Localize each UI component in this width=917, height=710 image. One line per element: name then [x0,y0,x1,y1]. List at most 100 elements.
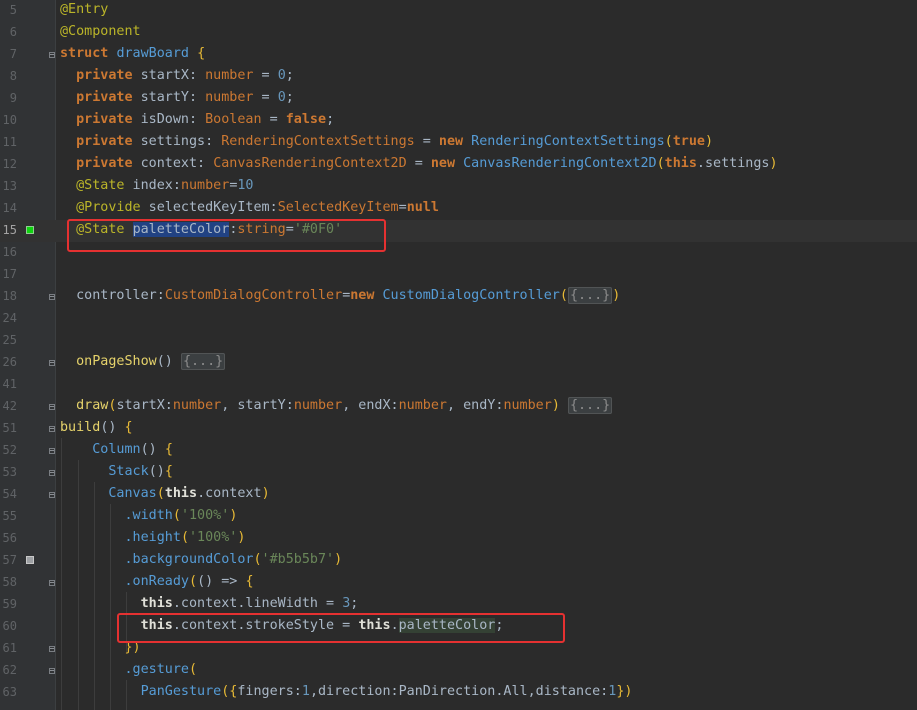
code-token: '100%' [189,530,238,545]
code-token: SelectedKeyItem [277,200,399,215]
code-token: .settings [696,156,770,171]
code-line[interactable]: 12 private context: CanvasRenderingConte… [0,154,917,176]
code-token: null [406,200,439,215]
code-text: controller:CustomDialogController=new Cu… [60,287,621,304]
fold-toggle-icon[interactable] [47,643,56,654]
code-token: private [60,68,133,83]
code-line[interactable]: 53 Stack(){ [0,462,917,484]
code-line[interactable]: 54 Canvas(this.context) [0,484,917,506]
code-token: @Component [60,24,141,39]
code-text: build() { [60,420,133,435]
code-token: new [430,156,456,171]
fold-toggle-icon[interactable] [47,445,56,456]
code-token: true [672,134,705,149]
code-token: ( [180,530,189,545]
folded-code-placeholder[interactable]: {...} [567,397,613,414]
code-token: private [60,156,133,171]
line-number: 18 [2,289,17,303]
code-line[interactable]: 9 private startY: number = 0; [0,88,917,110]
line-number: 24 [2,311,17,325]
code-line[interactable]: 26 onPageShow() {...} [0,352,917,374]
code-token: ( [189,574,198,589]
code-token: @Entry [60,2,109,17]
code-token: , startY: [221,398,294,413]
code-line[interactable]: 52 Column() { [0,440,917,462]
line-number: 9 [9,91,17,105]
fold-toggle-icon[interactable] [47,665,56,676]
line-number: 11 [2,135,17,149]
code-line[interactable]: 24 [0,308,917,330]
code-line[interactable]: 14 @Provide selectedKeyItem:SelectedKeyI… [0,198,917,220]
code-token: false [285,112,327,127]
code-token: , endX: [342,398,399,413]
code-token: .gesture [60,662,189,677]
code-line[interactable]: 42 draw(startX:number, startY:number, en… [0,396,917,418]
fold-toggle-icon[interactable] [47,577,56,588]
code-line[interactable]: 63 PanGesture({fingers:1,direction:PanDi… [0,682,917,704]
code-text: PanGesture({fingers:1,direction:PanDirec… [60,684,633,699]
code-line[interactable]: 57 .backgroundColor('#b5b5b7') [0,550,917,572]
code-line[interactable]: 13 @State index:number=10 [0,176,917,198]
line-number: 26 [2,355,17,369]
code-token: number [172,398,222,413]
code-token: number [180,178,230,193]
fold-toggle-icon[interactable] [47,49,56,60]
code-token: .All,distance: [495,684,609,699]
green-color-swatch-icon[interactable] [26,226,34,234]
code-line[interactable]: 7 struct drawBoard { [0,44,917,66]
code-line[interactable]: 55 .width('100%') [0,506,917,528]
fold-toggle-icon[interactable] [47,423,56,434]
code-line[interactable]: 17 [0,264,917,286]
code-line[interactable]: 8 private startX: number = 0; [0,66,917,88]
fold-toggle-icon[interactable] [47,291,56,302]
code-token: this [164,486,198,501]
code-text: .gesture( [60,662,197,677]
indent-guide [61,438,62,710]
code-token: { [124,420,133,435]
code-token: ( [559,288,568,303]
code-line[interactable]: 56 .height('100%') [0,528,917,550]
code-text: this.context.lineWidth = 3; [60,596,359,611]
code-line[interactable]: 58 .onReady(() => { [0,572,917,594]
code-line[interactable]: 51 build() { [0,418,917,440]
code-token: ( [156,486,165,501]
code-text: @Component [60,24,141,39]
code-text: struct drawBoard { [60,46,205,61]
code-text: private startY: number = 0; [60,90,294,105]
gray-color-swatch-icon[interactable] [26,556,34,564]
fold-toggle-icon[interactable] [47,467,56,478]
code-line[interactable]: 25 [0,330,917,352]
code-token: ( [172,508,181,523]
code-line[interactable]: 11 private settings: RenderingContextSet… [0,132,917,154]
code-token: new [438,134,464,149]
code-text: @State index:number=10 [60,178,253,193]
line-number: 58 [2,575,17,589]
fold-toggle-icon[interactable] [47,401,56,412]
code-token: new [350,288,375,303]
code-text: private settings: RenderingContextSettin… [60,134,713,149]
code-line[interactable]: 62 .gesture( [0,660,917,682]
code-token: .width [60,508,173,523]
code-line[interactable]: 10 private isDown: Boolean = false; [0,110,917,132]
fold-toggle-icon[interactable] [47,489,56,500]
code-line[interactable]: 6 @Component [0,22,917,44]
code-token: ) [612,288,621,303]
code-line[interactable]: 5 @Entry [0,0,917,22]
code-token: }) [616,684,633,699]
code-token: ( [253,552,262,567]
code-token: () [156,354,181,369]
code-token: PanDirection [398,684,496,699]
code-line[interactable]: 18 controller:CustomDialogController=new… [0,286,917,308]
code-token: drawBoard [116,46,189,61]
code-token: () [100,420,125,435]
code-token: onPageShow [60,354,157,369]
fold-toggle-icon[interactable] [47,357,56,368]
code-line[interactable]: 41 [0,374,917,396]
folded-code-placeholder[interactable]: {...} [180,353,226,370]
folded-code-placeholder[interactable]: {...} [567,287,613,304]
line-number: 53 [2,465,17,479]
code-token: selectedKeyItem: [140,200,278,215]
line-number: 10 [2,113,17,127]
